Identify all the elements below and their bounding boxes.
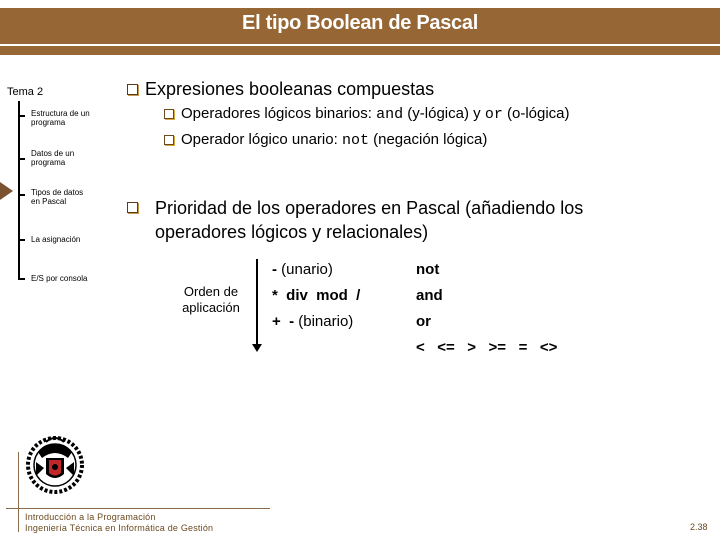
section-prioridad-title: Prioridad de los operadores en Pascal (a… (155, 196, 583, 244)
relational-operators: < <= > >= = <> (416, 339, 558, 356)
sub-item-unario: Operador lógico unario: not (negación ló… (181, 131, 487, 149)
order-arrow-shaft (256, 259, 258, 347)
order-label: Orden de aplicación (176, 284, 246, 316)
order-label-line: Orden de (183, 284, 239, 299)
page-number: 2.38 (690, 522, 708, 532)
sidebar-title: Tema 2 (7, 86, 44, 98)
order-label-line: aplicación (182, 300, 240, 315)
sub-item-text: (y-lógica) y (403, 105, 485, 122)
header-bottom-bar (0, 46, 720, 55)
sub-item-text: Operadores lógicos binarios: (181, 105, 377, 122)
sub-item-text: Operador lógico unario: (181, 131, 342, 148)
sidebar-tick (18, 194, 25, 196)
sub-item-text: (o-lógica) (502, 105, 570, 122)
logical-not: not (416, 261, 440, 278)
sidebar-item-label: Estructura de un programa (31, 109, 90, 127)
bullet-icon (164, 109, 174, 119)
arrow-down-icon (252, 344, 262, 352)
sub-item-text: (negación lógica) (368, 131, 488, 148)
footer-course: Introducción a la Programación (25, 512, 156, 522)
footer-vertical-divider (18, 452, 19, 532)
bullet-icon (164, 135, 174, 145)
university-logo-icon (26, 436, 84, 494)
operator-note: (binario) (298, 313, 354, 330)
sidebar-tick (18, 115, 25, 117)
precedence-level-3: + - (binario) (272, 313, 353, 330)
section-expresiones-title: Expresiones booleanas compuestas (145, 79, 435, 99)
slide-title: El tipo Boolean de Pascal (242, 12, 478, 34)
code-not: not (341, 132, 369, 149)
code-and: and (376, 106, 404, 123)
current-item-marker-icon (0, 182, 13, 200)
sidebar-item-label: Datos de un programa (31, 149, 75, 167)
operator-note: (unario) (281, 261, 333, 278)
precedence-level-2: * div mod / (272, 287, 361, 304)
sidebar-tick (18, 278, 25, 280)
footer-degree: Ingeniería Técnica en Informática de Ges… (25, 523, 214, 533)
footer-horizontal-divider (6, 508, 270, 509)
operator: + - (272, 313, 299, 330)
logical-or: or (416, 313, 431, 330)
code-or: or (484, 106, 503, 123)
sidebar-tick (18, 158, 25, 160)
sidebar-tick (18, 239, 25, 241)
sidebar-item-label: La asignación (31, 235, 81, 244)
sidebar-item-label: E/S por consola (31, 274, 88, 283)
sidebar-timeline (18, 101, 20, 279)
sidebar-item-label: Tipos de datos en Pascal (31, 188, 84, 206)
bullet-icon (127, 84, 138, 95)
precedence-level-1: - (unario) (272, 261, 333, 278)
section-line: operadores lógicos y relacionales) (155, 222, 429, 242)
sub-item-binarios: Operadores lógicos binarios: and (y-lógi… (181, 105, 570, 123)
logical-and: and (416, 287, 443, 304)
operator: - (272, 261, 282, 278)
section-line: Prioridad de los operadores en Pascal (a… (155, 198, 584, 218)
bullet-icon (127, 202, 138, 213)
